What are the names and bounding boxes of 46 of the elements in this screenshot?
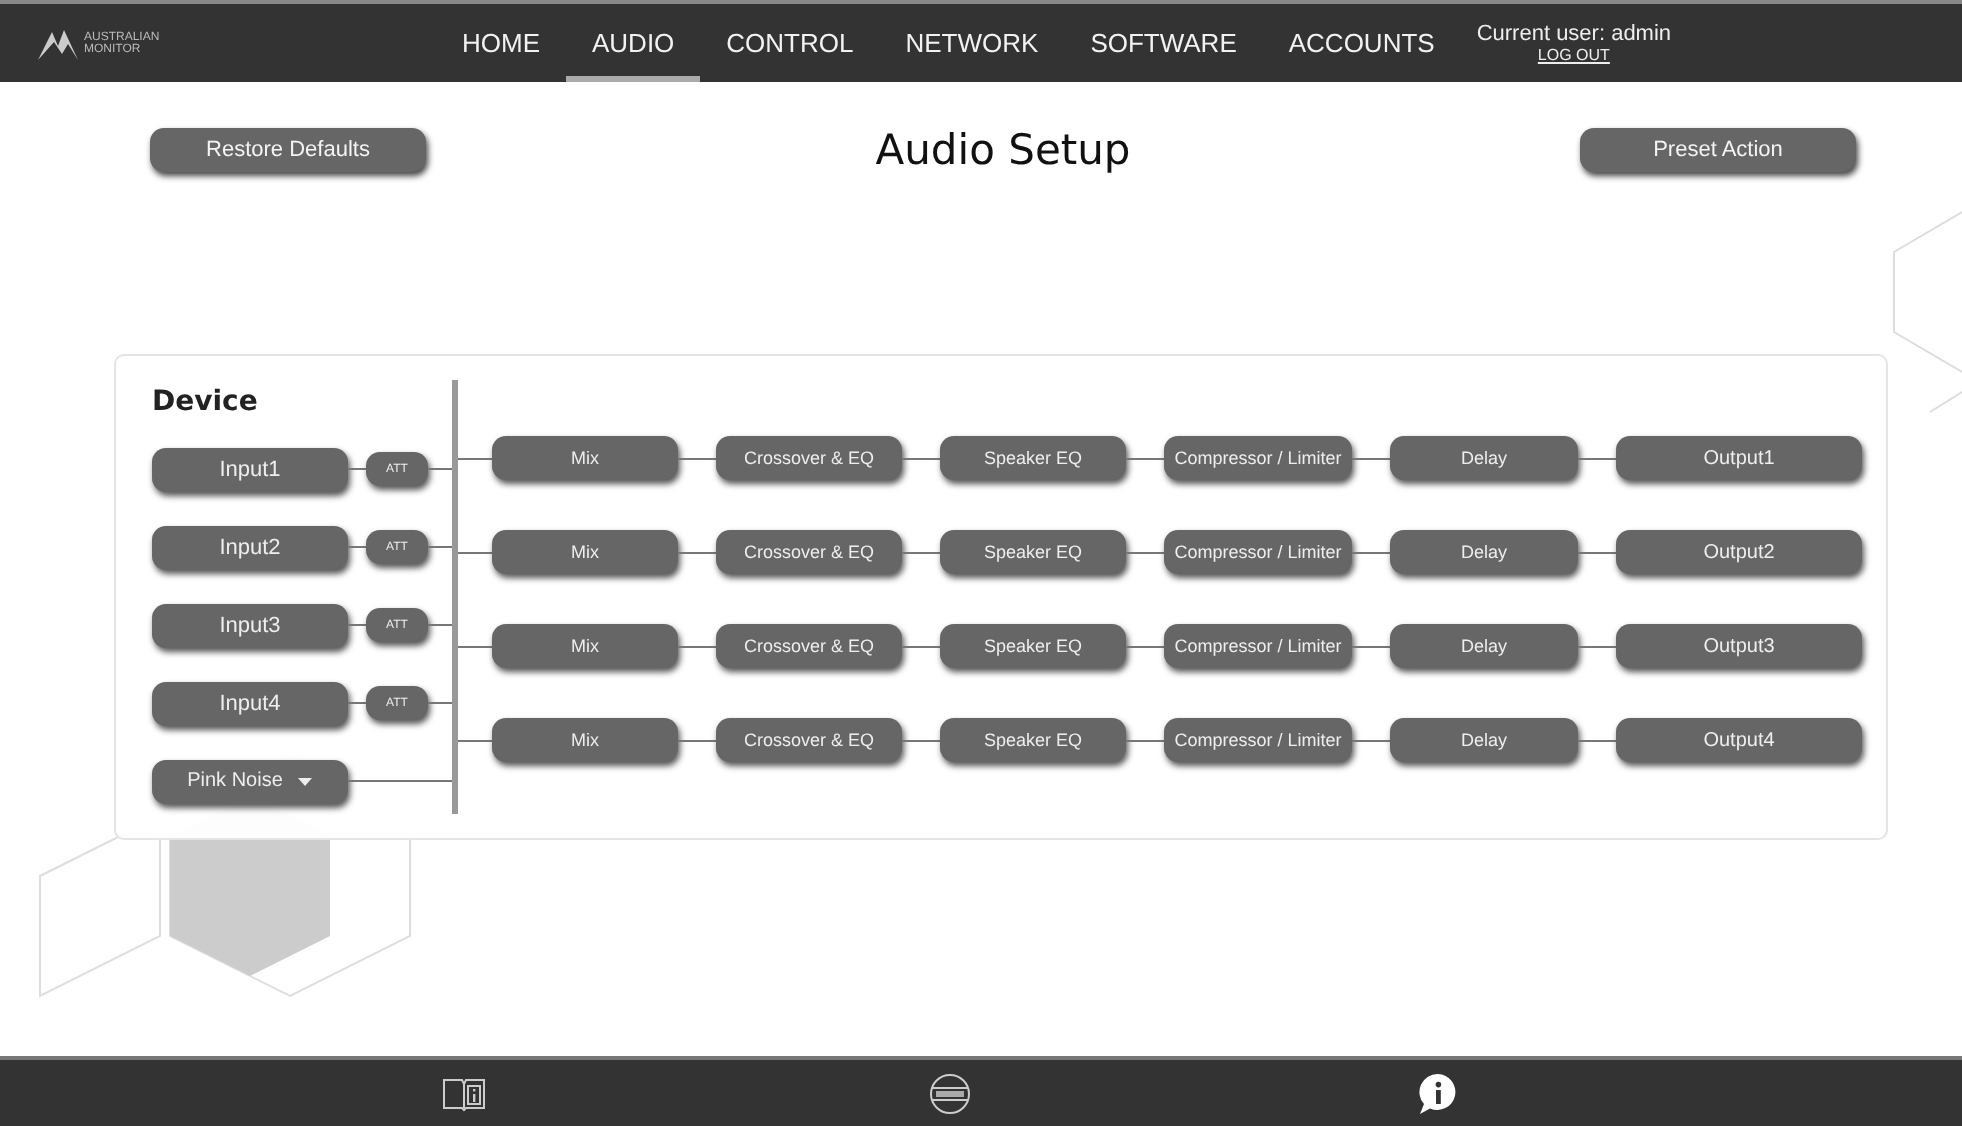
page-title: Audio Setup [875,126,1131,174]
processing-block[interactable]: Mix [492,718,678,762]
processing-block[interactable]: Compressor / Limiter [1164,436,1352,480]
noise-source-dropdown[interactable]: Pink Noise [152,759,348,803]
caret-icon [298,777,313,785]
processing-block[interactable]: Speaker EQ [940,436,1126,480]
processing-block[interactable]: Mix [492,530,678,574]
processing-block[interactable]: Speaker EQ [940,624,1126,668]
processing-block[interactable]: Mix [492,624,678,668]
processing-block[interactable]: Compressor / Limiter [1164,718,1352,762]
nav-tab[interactable]: HOME [436,10,566,82]
restore-defaults-button[interactable]: Restore Defaults [150,128,426,172]
processing-block[interactable]: Delay [1390,624,1578,668]
processing-block[interactable]: Speaker EQ [940,718,1126,762]
logo-icon [36,25,80,61]
processing-block[interactable]: Crossover & EQ [716,718,902,762]
processing-block[interactable]: Crossover & EQ [716,530,902,574]
preset-action-button[interactable]: Preset Action [1580,128,1856,172]
processing-block[interactable]: Mix [492,436,678,480]
processing-block[interactable]: Compressor / Limiter [1164,624,1352,668]
nav-tab[interactable]: ACCOUNTS [1262,10,1461,82]
nav-tab[interactable]: SOFTWARE [1064,10,1263,82]
website-globe-icon[interactable] [928,1071,973,1115]
nav-tab[interactable]: NETWORK [879,10,1065,82]
nav-tab[interactable]: AUDIO [566,10,701,82]
processing-block[interactable]: Delay [1390,530,1578,574]
processing-block[interactable]: Speaker EQ [940,530,1126,574]
output-block[interactable]: Output2 [1616,530,1862,574]
manual-book-icon[interactable] [441,1075,486,1111]
info-bubble-icon[interactable] [1416,1071,1461,1115]
nav-tab[interactable]: CONTROL [700,10,880,82]
input-block[interactable]: Input1 [152,447,348,491]
processing-block[interactable]: Delay [1390,436,1578,480]
output-block[interactable]: Output4 [1616,718,1862,762]
current-user-label: Current user: admin [1476,22,1672,46]
input-block[interactable]: Input2 [152,525,348,569]
processing-block[interactable]: Crossover & EQ [716,624,902,668]
processing-block[interactable]: Compressor / Limiter [1164,530,1352,574]
logout-link[interactable]: LOG OUT [1537,46,1610,64]
device-heading: Device [152,386,260,418]
input-block[interactable]: Input3 [152,603,348,647]
output-block[interactable]: Output3 [1616,624,1862,668]
input-block[interactable]: Input4 [152,681,348,725]
processing-block[interactable]: Delay [1390,718,1578,762]
output-block[interactable]: Output1 [1616,436,1862,480]
processing-block[interactable]: Crossover & EQ [716,436,902,480]
